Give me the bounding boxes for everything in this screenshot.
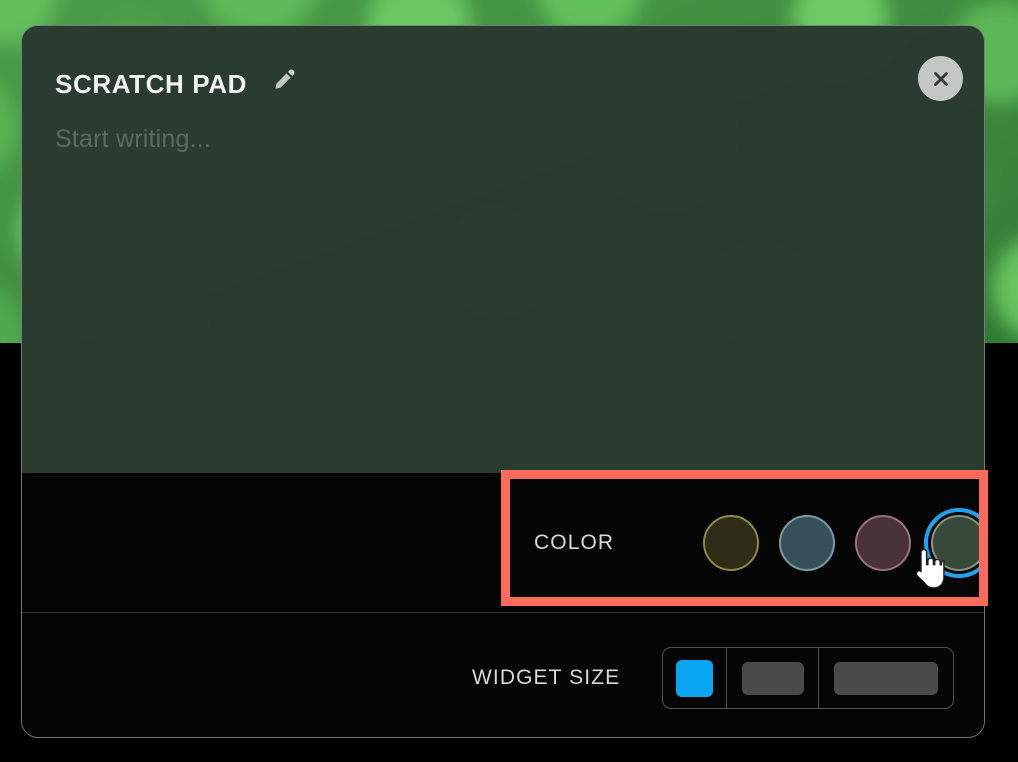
note-placeholder[interactable]: Start writing... [55,125,951,154]
widget-size-row: WIDGET SIZE [22,613,984,737]
color-swatch-slate-blue-wrap [779,514,836,571]
widget-size-option-small[interactable] [663,648,728,708]
color-swatch-mauve-wrap [855,514,912,571]
close-button[interactable] [918,56,963,101]
pencil-icon[interactable] [268,64,300,96]
widget-size-option-large[interactable] [819,648,953,708]
color-swatch-olive[interactable] [703,514,760,571]
widget-size-option-medium[interactable] [727,648,820,708]
widget-size-row-label: WIDGET SIZE [472,666,621,689]
small-square-icon [676,659,714,697]
color-swatch-mauve[interactable] [855,514,912,571]
color-swatch-forest-green[interactable] [931,514,984,571]
color-swatch-forest-green-wrap [924,507,984,578]
page-title: SCRATCH PAD [55,69,247,99]
medium-rectangle-icon [741,661,804,695]
large-rectangle-icon [834,661,939,695]
color-swatch-group [703,507,984,578]
color-swatch-slate-blue[interactable] [779,514,836,571]
color-row-label: COLOR [534,530,615,554]
settings-section: COLOR WIDGET SIZE [22,473,984,737]
scratch-pad-panel: SCRATCH PAD Start writing... COLOR WIDGE… [21,25,985,738]
screen: SCRATCH PAD Start writing... COLOR WIDGE… [0,0,1018,762]
color-row: COLOR [22,473,984,613]
widget-size-segmented-control [662,647,955,709]
color-swatch-olive-wrap [703,514,760,571]
close-x-icon [933,71,948,86]
